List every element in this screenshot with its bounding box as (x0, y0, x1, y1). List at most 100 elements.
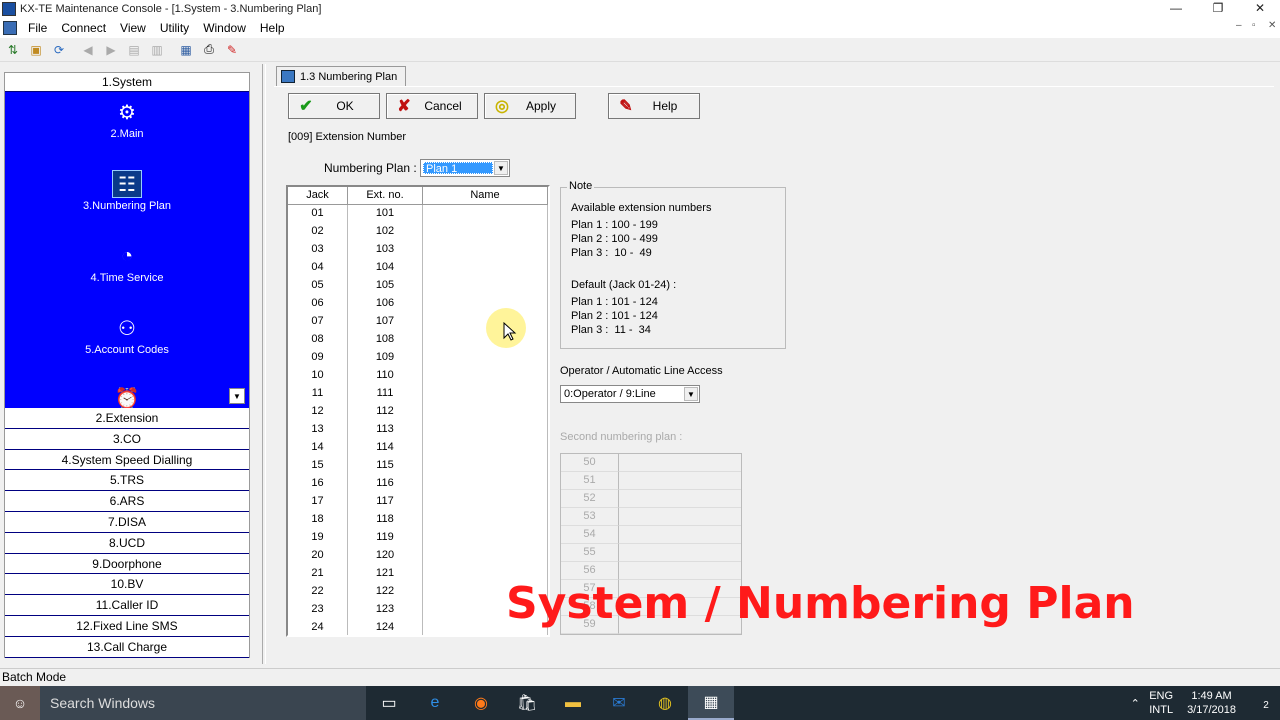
table-row[interactable]: 19 119 (288, 529, 548, 547)
name-cell[interactable] (423, 511, 548, 529)
nav-category-fixed-line-sms[interactable]: 12.Fixed Line SMS (5, 615, 249, 637)
ext-no-cell[interactable]: 124 (348, 619, 423, 635)
nav-category-co[interactable]: 3.CO (5, 428, 249, 450)
search-input[interactable]: Search Windows (40, 686, 366, 720)
table-row[interactable]: 13 113 (288, 421, 548, 439)
name-cell[interactable] (423, 223, 548, 241)
store-icon[interactable]: 🛍 (504, 686, 550, 720)
clock[interactable]: 1:49 AM 3/17/2018 (1187, 689, 1236, 717)
table-row[interactable]: 12 112 (288, 403, 548, 421)
table-row[interactable]: 09 109 (288, 349, 548, 367)
name-cell[interactable] (423, 421, 548, 439)
ok-button[interactable]: ✔ OK (288, 93, 380, 119)
ext-no-cell[interactable]: 111 (348, 385, 423, 403)
edge-icon[interactable]: e (412, 686, 458, 720)
nav-category-caller-id[interactable]: 11.Caller ID (5, 595, 249, 616)
ext-no-cell[interactable]: 109 (348, 349, 423, 367)
table-row[interactable]: 03 103 (288, 241, 548, 259)
chevron-up-icon[interactable]: ⌃ (1121, 697, 1149, 710)
name-cell[interactable] (423, 367, 548, 385)
document-tab[interactable]: 1.3 Numbering Plan (276, 66, 407, 86)
nav-account-codes[interactable]: ⚇ 5.Account Codes (5, 314, 249, 357)
ext-no-cell[interactable]: 115 (348, 457, 423, 475)
table-row[interactable]: 20 120 (288, 547, 548, 565)
nav-category-trs[interactable]: 5.TRS (5, 470, 249, 492)
nav-category-doorphone[interactable]: 9.Doorphone (5, 553, 249, 575)
open-icon[interactable]: ▣ (27, 41, 45, 59)
table-row[interactable]: 15 115 (288, 457, 548, 475)
ext-no-cell[interactable]: 110 (348, 367, 423, 385)
name-cell[interactable] (423, 277, 548, 295)
menu-utility[interactable]: Utility (153, 21, 196, 35)
panel-splitter[interactable] (262, 64, 266, 664)
operator-access-dropdown[interactable]: 0:Operator / 9:Line ▼ (560, 385, 700, 403)
console-icon[interactable]: ▦ (688, 686, 734, 720)
name-cell[interactable] (423, 475, 548, 493)
column-header-ext-no[interactable]: Ext. no. (348, 187, 423, 205)
cancel-button[interactable]: ✘ Cancel (386, 93, 478, 119)
mdi-close-button[interactable]: ✕ (1268, 20, 1276, 31)
table-row[interactable]: 11 111 (288, 385, 548, 403)
table-row[interactable]: 17 117 (288, 493, 548, 511)
name-cell[interactable] (423, 259, 548, 277)
nav-category-ars[interactable]: 6.ARS (5, 491, 249, 512)
ext-no-cell[interactable]: 122 (348, 583, 423, 601)
ext-no-cell[interactable]: 113 (348, 421, 423, 439)
task-view-icon[interactable]: ▭ (366, 686, 412, 720)
help-icon[interactable]: ✎ (223, 41, 241, 59)
ext-no-cell[interactable]: 120 (348, 547, 423, 565)
ext-no-cell[interactable]: 105 (348, 277, 423, 295)
nav-category-bv[interactable]: 10.BV (5, 574, 249, 596)
mdi-minimize-button[interactable]: – (1236, 20, 1242, 31)
help-button[interactable]: ✎ Help (608, 93, 700, 119)
restore-button[interactable]: ❐ (1196, 0, 1240, 18)
language-indicator[interactable]: ENG INTL (1149, 689, 1173, 717)
nav-next[interactable]: ⏰ (5, 384, 249, 409)
firefox-icon[interactable]: ◉ (458, 686, 504, 720)
column-header-name[interactable]: Name (423, 187, 548, 205)
ext-no-cell[interactable]: 104 (348, 259, 423, 277)
table-row[interactable]: 04 104 (288, 259, 548, 277)
menu-view[interactable]: View (113, 21, 153, 35)
download-icon[interactable]: ▥ (148, 41, 166, 59)
name-cell[interactable] (423, 547, 548, 565)
ext-no-cell[interactable]: 117 (348, 493, 423, 511)
table-row[interactable]: 01 101 (288, 205, 548, 223)
column-header-jack[interactable]: Jack (288, 187, 348, 205)
name-cell[interactable] (423, 493, 548, 511)
menu-window[interactable]: Window (196, 21, 253, 35)
ext-no-cell[interactable]: 114 (348, 439, 423, 457)
chevron-down-icon[interactable]: ▼ (684, 387, 698, 401)
nav-time-service[interactable]: ◔ 4.Time Service (5, 242, 249, 285)
menu-file[interactable]: File (21, 21, 54, 35)
nav-main[interactable]: ⚙ 2.Main (5, 98, 249, 141)
ext-no-cell[interactable]: 103 (348, 241, 423, 259)
nav-category-call-charge[interactable]: 13.Call Charge (5, 636, 249, 658)
menu-help[interactable]: Help (253, 21, 292, 35)
ext-no-cell[interactable]: 101 (348, 205, 423, 223)
name-cell[interactable] (423, 529, 548, 547)
table-row[interactable]: 16 116 (288, 475, 548, 493)
name-cell[interactable] (423, 403, 548, 421)
table-row[interactable]: 05 105 (288, 277, 548, 295)
ext-no-cell[interactable]: 108 (348, 331, 423, 349)
connect-icon[interactable]: ⇅ (4, 41, 22, 59)
chevron-down-icon[interactable]: ▼ (494, 161, 508, 175)
ext-no-cell[interactable]: 106 (348, 295, 423, 313)
nav-numbering-plan[interactable]: ☷ 3.Numbering Plan (5, 170, 249, 212)
forward-icon[interactable]: ▶ (102, 41, 120, 59)
minimize-button[interactable]: — (1154, 0, 1198, 18)
apply-button[interactable]: ◎ Apply (484, 93, 576, 119)
name-cell[interactable] (423, 457, 548, 475)
table-row[interactable]: 10 110 (288, 367, 548, 385)
menu-connect[interactable]: Connect (54, 21, 113, 35)
start-avatar-icon[interactable]: ☺ (0, 686, 40, 720)
name-cell[interactable] (423, 439, 548, 457)
name-cell[interactable] (423, 241, 548, 259)
ext-no-cell[interactable]: 121 (348, 565, 423, 583)
table-row[interactable]: 02 102 (288, 223, 548, 241)
nav-category-speed-dialling[interactable]: 4.System Speed Dialling (5, 449, 249, 471)
table-row[interactable]: 18 118 (288, 511, 548, 529)
name-cell[interactable] (423, 385, 548, 403)
back-icon[interactable]: ◀ (79, 41, 97, 59)
